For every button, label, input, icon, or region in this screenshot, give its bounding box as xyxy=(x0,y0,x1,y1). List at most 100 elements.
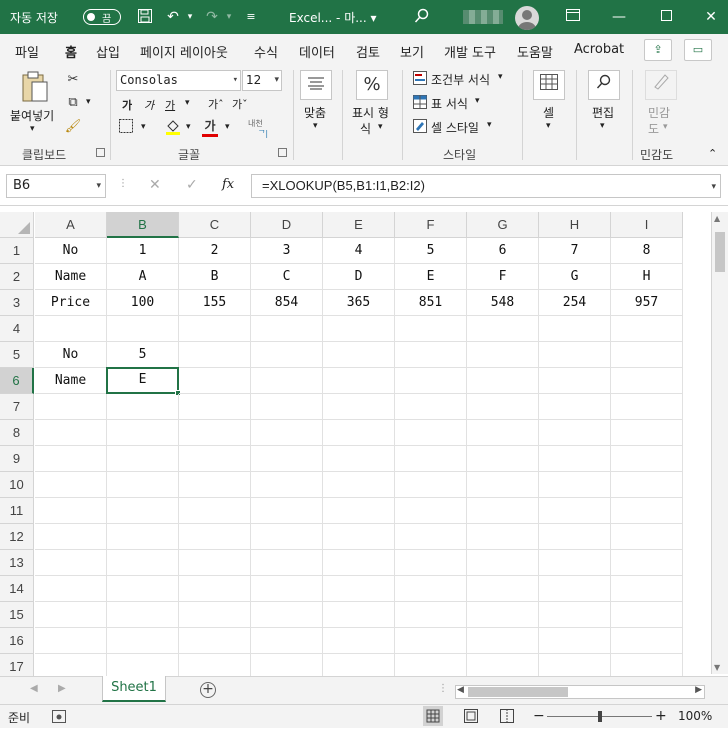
cell-e13[interactable] xyxy=(323,550,395,576)
cell-g13[interactable] xyxy=(467,550,539,576)
cell-d9[interactable] xyxy=(251,446,323,472)
cell-f6[interactable] xyxy=(395,368,467,394)
tab-split-grip-icon[interactable]: ⋮ xyxy=(438,683,448,694)
scroll-down-icon[interactable]: ▼ xyxy=(714,663,720,672)
cell-a5[interactable]: No xyxy=(35,342,107,368)
cell-a3[interactable]: Price xyxy=(35,290,107,316)
horizontal-scroll-thumb[interactable] xyxy=(468,687,568,697)
cell-c3[interactable]: 155 xyxy=(179,290,251,316)
cell-a1[interactable]: No xyxy=(35,238,107,264)
column-header-f[interactable]: F xyxy=(395,212,467,238)
cell-d17[interactable] xyxy=(251,654,323,676)
cell-c5[interactable] xyxy=(179,342,251,368)
avatar[interactable] xyxy=(515,6,539,30)
cell-g2[interactable]: F xyxy=(467,264,539,290)
row-header-5[interactable]: 5 xyxy=(0,342,34,368)
cell-d14[interactable] xyxy=(251,576,323,602)
horizontal-scrollbar[interactable]: ◀ ▶ xyxy=(455,685,705,699)
select-all-button[interactable] xyxy=(0,212,34,238)
cell-e7[interactable] xyxy=(323,394,395,420)
active-cell[interactable]: E xyxy=(106,367,179,394)
cell-a17[interactable] xyxy=(35,654,107,676)
cell-h17[interactable] xyxy=(539,654,611,676)
cell-e9[interactable] xyxy=(323,446,395,472)
row-header-2[interactable]: 2 xyxy=(0,264,34,290)
cell-c4[interactable] xyxy=(179,316,251,342)
cells-label[interactable]: 셀 xyxy=(543,104,554,121)
cell-g11[interactable] xyxy=(467,498,539,524)
cell-f16[interactable] xyxy=(395,628,467,654)
cell-b3[interactable]: 100 xyxy=(107,290,179,316)
undo-dropdown-icon[interactable]: ▾ xyxy=(181,8,199,26)
maximize-icon[interactable] xyxy=(657,8,675,26)
collapse-ribbon-icon[interactable]: ⌃ xyxy=(708,147,717,160)
column-header-e[interactable]: E xyxy=(323,212,395,238)
underline-dropdown-icon[interactable]: ▾ xyxy=(185,98,190,108)
cell-g17[interactable] xyxy=(467,654,539,676)
cell-e11[interactable] xyxy=(323,498,395,524)
cell-c13[interactable] xyxy=(179,550,251,576)
row-header-13[interactable]: 13 xyxy=(0,550,34,576)
row-header-4[interactable]: 4 xyxy=(0,316,34,342)
editing-icon[interactable] xyxy=(588,70,620,100)
cell-f9[interactable] xyxy=(395,446,467,472)
cell-c17[interactable] xyxy=(179,654,251,676)
cell-b17[interactable] xyxy=(107,654,179,676)
cell-d12[interactable] xyxy=(251,524,323,550)
column-header-h[interactable]: H xyxy=(539,212,611,238)
cell-h15[interactable] xyxy=(539,602,611,628)
cell-i7[interactable] xyxy=(611,394,683,420)
percent-icon[interactable]: % xyxy=(356,70,388,100)
cell-f14[interactable] xyxy=(395,576,467,602)
cell-a2[interactable]: Name xyxy=(35,264,107,290)
formula-input[interactable]: =XLOOKUP(B5,B1:I1,B2:I2) ▾ xyxy=(251,174,721,198)
conditional-format-button[interactable]: 조건부 서식 xyxy=(431,71,490,88)
cell-g7[interactable] xyxy=(467,394,539,420)
row-header-11[interactable]: 11 xyxy=(0,498,34,524)
cell-i13[interactable] xyxy=(611,550,683,576)
tab-home[interactable]: 홈 xyxy=(63,42,79,67)
row-header-8[interactable]: 8 xyxy=(0,420,34,446)
grow-font-button[interactable]: 가ˆ xyxy=(208,96,224,112)
cell-a6[interactable]: Name xyxy=(35,368,107,394)
sheet-tab-sheet1[interactable]: Sheet1 xyxy=(102,676,166,702)
cells-dropdown-icon[interactable]: ▾ xyxy=(546,121,551,131)
tab-insert[interactable]: 삽입 xyxy=(96,42,120,61)
row-header-15[interactable]: 15 xyxy=(0,602,34,628)
cell-i11[interactable] xyxy=(611,498,683,524)
cell-h12[interactable] xyxy=(539,524,611,550)
cell-i6[interactable] xyxy=(611,368,683,394)
undo-icon[interactable]: ↶ xyxy=(164,8,182,26)
comments-button[interactable]: ▭ xyxy=(684,39,712,61)
alignment-dropdown-icon[interactable]: ▾ xyxy=(313,121,318,131)
table-format-icon[interactable] xyxy=(412,95,428,113)
cell-g8[interactable] xyxy=(467,420,539,446)
cell-f4[interactable] xyxy=(395,316,467,342)
cell-g3[interactable]: 548 xyxy=(467,290,539,316)
paste-icon[interactable] xyxy=(20,70,50,104)
cell-f15[interactable] xyxy=(395,602,467,628)
row-header-9[interactable]: 9 xyxy=(0,446,34,472)
tab-acrobat[interactable]: Acrobat xyxy=(574,42,624,57)
fill-color-dropdown-icon[interactable]: ▾ xyxy=(186,122,191,132)
normal-view-icon[interactable] xyxy=(423,706,443,726)
font-color-icon[interactable]: 가 xyxy=(200,117,220,137)
cell-h11[interactable] xyxy=(539,498,611,524)
cell-h6[interactable] xyxy=(539,368,611,394)
cell-a11[interactable] xyxy=(35,498,107,524)
tab-view[interactable]: 보기 xyxy=(400,42,424,61)
cell-d3[interactable]: 854 xyxy=(251,290,323,316)
cell-e17[interactable] xyxy=(323,654,395,676)
vertical-scrollbar[interactable]: ▲ ▼ xyxy=(711,212,728,674)
zoom-out-icon[interactable]: − xyxy=(533,708,545,724)
cell-c12[interactable] xyxy=(179,524,251,550)
number-format-label-2[interactable]: 식 xyxy=(360,120,371,137)
cell-g1[interactable]: 6 xyxy=(467,238,539,264)
italic-button[interactable]: 가 xyxy=(144,97,154,113)
cell-c11[interactable] xyxy=(179,498,251,524)
table-dropdown-icon[interactable]: ▾ xyxy=(475,96,480,106)
cell-d10[interactable] xyxy=(251,472,323,498)
sensitivity-label-1[interactable]: 민감 xyxy=(648,104,670,121)
column-header-d[interactable]: D xyxy=(251,212,323,238)
table-format-button[interactable]: 표 서식 xyxy=(431,95,468,112)
